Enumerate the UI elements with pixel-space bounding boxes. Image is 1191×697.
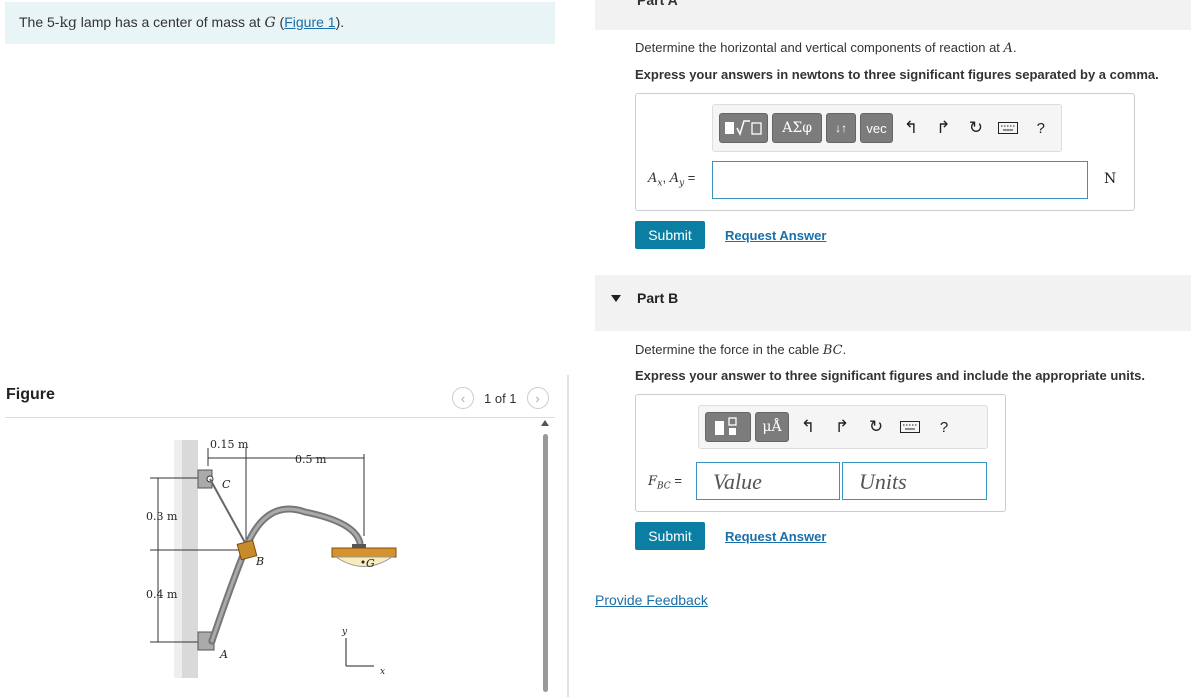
reset-icon[interactable]: ↻ — [861, 412, 891, 442]
label-a2: A — [669, 171, 680, 186]
keyboard-icon[interactable] — [994, 113, 1022, 143]
lamp-figure: 0.15 m 0.5 m 0.3 m 0.4 m C B A G y x — [130, 428, 420, 688]
help-button[interactable]: ? — [1027, 113, 1055, 143]
page-indicator: 1 of 1 — [484, 390, 517, 406]
collar-b — [236, 539, 258, 561]
question-text: Determine the force in the cable — [635, 342, 823, 357]
question-text: Determine the horizontal and vertical co… — [635, 40, 1004, 55]
label-sep: , — [662, 170, 670, 185]
part-b-request-answer-link[interactable]: Request Answer — [725, 529, 826, 544]
question-suffix: . — [1012, 40, 1017, 55]
figure-pager: ‹ 1 of 1 › — [452, 386, 549, 410]
keyboard-icon[interactable] — [895, 412, 925, 442]
ax-ay-input[interactable] — [712, 161, 1088, 199]
answer-label-axay: Ax, Ay = — [648, 170, 695, 189]
lamp-shade — [331, 547, 397, 558]
dim-top-label: 0.15 m — [210, 438, 249, 451]
label-f: F — [648, 474, 658, 489]
point-g-label: G — [366, 557, 375, 570]
problem-text-mid: lamp has a center of mass at — [76, 14, 265, 30]
part-a-header[interactable]: Part A — [595, 0, 1191, 30]
right-panel: Part A Determine the horizontal and vert… — [595, 0, 1191, 697]
figure-divider — [5, 417, 555, 418]
panel-divider — [567, 375, 569, 697]
part-b-question: Determine the force in the cable BC. — [635, 342, 846, 358]
value-input[interactable]: Value — [696, 462, 840, 500]
greek-symbols-button[interactable]: ΑΣφ — [772, 113, 822, 143]
left-panel: The 5-kg lamp has a center of mass at G … — [0, 0, 568, 697]
figure-link[interactable]: Figure 1 — [284, 14, 335, 30]
part-b-submit-button[interactable]: Submit — [635, 522, 705, 550]
mass-point-label: G — [264, 15, 276, 31]
answer-label-fbc: FBC = — [648, 473, 682, 492]
label-eq: = — [684, 170, 696, 185]
axis-y-label: y — [341, 627, 348, 637]
part-a-submit-button[interactable]: Submit — [635, 221, 705, 249]
mass-unit: kg — [59, 15, 77, 31]
part-a-instruction: Express your answers in newtons to three… — [635, 67, 1159, 82]
label-bc-sub: BC — [657, 481, 671, 492]
caret-down-icon — [611, 295, 621, 302]
part-b-toolbar: μÅ ↰ ↱ ↻ ? — [698, 405, 988, 449]
scroll-thumb[interactable] — [543, 434, 548, 692]
undo-icon[interactable]: ↰ — [793, 412, 823, 442]
part-b-header[interactable]: Part B — [595, 275, 1191, 331]
dim-left-lower-label: 0.4 m — [146, 588, 178, 601]
units-button[interactable]: μÅ — [755, 412, 789, 442]
problem-text: The 5- — [19, 14, 60, 30]
figure-scrollbar[interactable] — [541, 420, 549, 697]
redo-icon[interactable]: ↱ — [827, 412, 857, 442]
reset-icon[interactable]: ↻ — [962, 113, 990, 143]
link-close: ). — [335, 14, 345, 30]
template-fraction-icon[interactable] — [705, 412, 751, 442]
vector-button[interactable]: vec — [860, 113, 893, 143]
axis-x-label: x — [380, 667, 385, 677]
provide-feedback-link[interactable]: Provide Feedback — [595, 592, 708, 608]
part-a-question: Determine the horizontal and vertical co… — [635, 40, 1017, 56]
label-a: A — [648, 171, 658, 186]
undo-icon[interactable]: ↰ — [897, 113, 925, 143]
label-eq: = — [670, 473, 682, 488]
part-b-title: Part B — [637, 290, 679, 306]
part-a-title: Part A — [637, 0, 678, 8]
lamp-diagram: 0.15 m 0.5 m 0.3 m 0.4 m C B A G y x — [146, 438, 397, 678]
problem-statement: The 5-kg lamp has a center of mass at G … — [5, 2, 555, 44]
question-suffix: . — [842, 342, 847, 357]
part-a-toolbar: ΑΣφ ↓↑ vec ↰ ↱ ↻ ? — [712, 104, 1062, 152]
part-b-instruction: Express your answer to three significant… — [635, 368, 1145, 383]
point-b-label: B — [255, 555, 264, 568]
link-open: ( — [275, 14, 285, 30]
question-var: BC — [822, 343, 843, 358]
figure-title: Figure — [6, 386, 55, 403]
redo-icon[interactable]: ↱ — [929, 113, 957, 143]
unit-label: N — [1104, 171, 1117, 187]
sort-arrows-button[interactable]: ↓↑ — [825, 113, 857, 143]
part-b-answer-box: μÅ ↰ ↱ ↻ ? FBC = Value Units — [635, 394, 1006, 512]
scroll-up-icon[interactable] — [541, 420, 549, 426]
units-input[interactable]: Units — [842, 462, 987, 500]
dim-right-label: 0.5 m — [295, 453, 327, 466]
dim-left-upper-label: 0.3 m — [146, 510, 178, 523]
part-a-answer-box: ΑΣφ ↓↑ vec ↰ ↱ ↻ ? Ax, Ay = N — [635, 93, 1135, 211]
chevron-right-icon[interactable]: › — [526, 387, 549, 409]
question-point: A — [1003, 41, 1013, 56]
part-a-request-answer-link[interactable]: Request Answer — [725, 228, 826, 243]
template-sqrt-icon[interactable] — [719, 113, 769, 143]
chevron-left-icon[interactable]: ‹ — [452, 387, 474, 409]
point-c-label: C — [222, 478, 231, 491]
help-button[interactable]: ? — [929, 412, 959, 442]
point-a-label: A — [219, 648, 228, 661]
